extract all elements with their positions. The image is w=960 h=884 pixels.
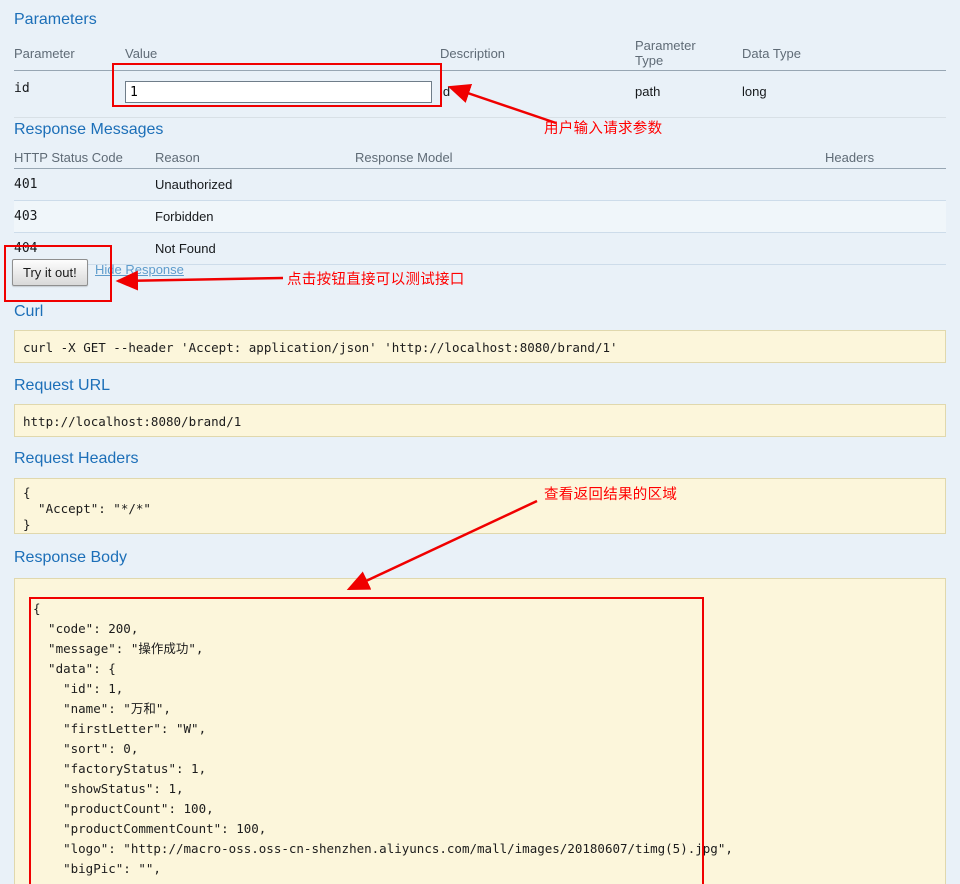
parameters-table-header: Parameter Value Description Parameter Ty… xyxy=(14,36,946,71)
table-row: 403 Forbidden xyxy=(14,201,946,233)
hide-response-link[interactable]: Hide Response xyxy=(95,262,184,277)
param-id-input[interactable] xyxy=(125,81,432,103)
response-messages-table: HTTP Status Code Reason Response Model H… xyxy=(14,146,946,265)
col-parameter-type: Parameter Type xyxy=(635,38,696,68)
table-row: 401 Unauthorized xyxy=(14,169,946,201)
try-it-out-button[interactable]: Try it out! xyxy=(12,259,88,286)
param-data-type-value: long xyxy=(742,84,767,99)
curl-heading: Curl xyxy=(14,303,44,320)
param-type-value: path xyxy=(635,84,661,99)
parameters-table: Parameter Value Description Parameter Ty… xyxy=(14,36,946,118)
table-row: 404 Not Found xyxy=(14,233,946,265)
response-body-heading: Response Body xyxy=(14,549,127,566)
swagger-operation-panel: Parameters Parameter Value Description P… xyxy=(0,0,960,884)
col-http-status-code: HTTP Status Code xyxy=(14,149,123,165)
parameter-row-id: id id path long xyxy=(14,71,946,118)
response-messages-table-header: HTTP Status Code Reason Response Model H… xyxy=(14,146,946,169)
col-description: Description xyxy=(440,45,506,61)
arrow-to-try-it-out xyxy=(115,270,284,291)
col-reason: Reason xyxy=(155,149,200,165)
col-data-type: Data Type xyxy=(742,45,802,61)
col-headers: Headers xyxy=(825,149,875,165)
curl-command: curl -X GET --header 'Accept: applicatio… xyxy=(14,330,946,363)
col-response-model: Response Model xyxy=(355,149,453,165)
param-value-cell xyxy=(125,81,440,103)
col-parameter: Parameter xyxy=(14,45,75,61)
param-name: id xyxy=(14,81,30,96)
annotation-response-note: 查看返回结果的区域 xyxy=(544,487,678,503)
status-reason: Unauthorized xyxy=(155,177,233,192)
response-messages-heading: Response Messages xyxy=(14,121,164,138)
status-code: 403 xyxy=(14,209,38,224)
status-reason: Not Found xyxy=(155,241,216,256)
request-url-value: http://localhost:8080/brand/1 xyxy=(14,404,946,437)
param-description: id xyxy=(440,84,451,99)
col-value: Value xyxy=(125,45,158,61)
status-code: 404 xyxy=(14,241,38,256)
request-url-heading: Request URL xyxy=(14,377,111,394)
status-reason: Forbidden xyxy=(155,209,214,224)
request-headers-heading: Request Headers xyxy=(14,450,139,467)
response-body-json: { "code": 200, "message": "操作成功", "data"… xyxy=(14,578,946,884)
status-code: 401 xyxy=(14,177,38,192)
annotation-input-note: 用户输入请求参数 xyxy=(544,121,663,137)
request-headers-value: { "Accept": "*/*" } xyxy=(14,478,946,534)
parameters-heading: Parameters xyxy=(14,11,97,28)
annotation-button-note: 点击按钮直接可以测试接口 xyxy=(287,272,465,288)
